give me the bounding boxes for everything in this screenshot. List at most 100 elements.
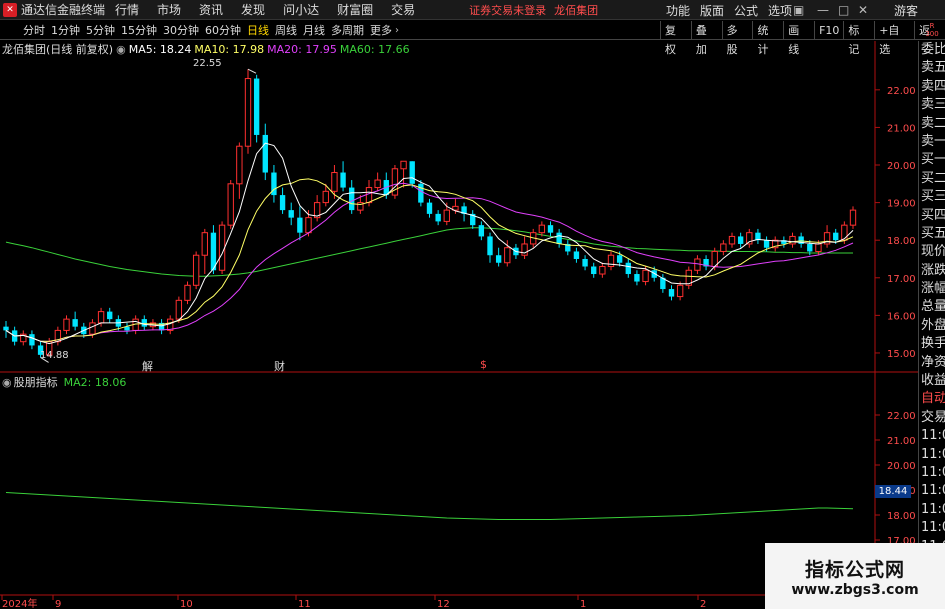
candle-up <box>218 224 226 271</box>
candle-down <box>807 243 813 252</box>
ma5-line <box>5 142 854 345</box>
side-item[interactable]: 卖一 <box>919 133 945 151</box>
candlestick-chart[interactable]: 22.00 21.00 20.00 19.00 18.00 17.00 16.00 15.00… <box>0 0 945 609</box>
candle-down <box>409 161 415 184</box>
main-axis-label: 15.00 <box>887 349 916 360</box>
candle-down <box>141 319 147 327</box>
candle-up <box>849 209 857 226</box>
side-item[interactable]: 现价 <box>919 243 945 261</box>
candle-up <box>400 160 407 170</box>
main-axis-label: 18.00 <box>887 236 916 247</box>
side-item[interactable]: 外盘 <box>919 317 945 335</box>
candle-down <box>297 217 303 233</box>
event-marker-unlock[interactable]: 解 <box>142 358 153 374</box>
x-axis-label: 11 <box>298 599 311 609</box>
candle-up <box>175 299 183 320</box>
candle-up <box>192 254 200 286</box>
candle-down <box>833 232 839 241</box>
indicator-axis-label: 22.00 <box>887 411 916 422</box>
main-axis-label: 17.00 <box>887 274 916 285</box>
candle-up <box>642 269 649 283</box>
side-item[interactable]: 净资 <box>919 354 945 372</box>
candle-down <box>72 319 78 327</box>
candle-down <box>349 187 355 211</box>
side-item[interactable]: 11:00 <box>919 446 945 464</box>
side-item[interactable]: 11:00 <box>919 501 945 519</box>
candle-up <box>244 78 252 147</box>
candle-down <box>418 183 424 203</box>
side-item[interactable]: 卖三 <box>919 96 945 114</box>
side-item[interactable]: 买三 <box>919 188 945 206</box>
x-axis-label: 9 <box>55 599 61 609</box>
candle-down <box>478 225 485 237</box>
candle-down <box>668 289 675 297</box>
high-price-label: 22.55 <box>193 58 222 69</box>
candle-up <box>504 247 511 264</box>
x-axis-label: 2024年 <box>2 597 37 609</box>
indicator-axis-label: 21.00 <box>887 436 916 447</box>
candle-up <box>728 235 736 245</box>
candle-up <box>331 172 338 192</box>
candle-down <box>288 210 294 218</box>
side-item[interactable]: 卖四 <box>919 78 945 96</box>
side-item[interactable]: 收益 <box>919 372 945 390</box>
candle-up <box>89 322 96 335</box>
candle-up <box>322 190 329 204</box>
candle-up <box>694 258 701 271</box>
side-item[interactable]: 买二 <box>919 170 945 188</box>
side-item[interactable]: 涨幅 <box>919 280 945 298</box>
candle-down <box>625 262 631 275</box>
candle-down <box>435 213 441 222</box>
main-axis-label: 21.00 <box>887 123 916 134</box>
x-axis-label: 1 <box>580 599 586 609</box>
side-item[interactable]: 委比 <box>919 41 945 59</box>
watermark-url: www.zbgs3.com <box>791 581 919 598</box>
candle-up <box>365 187 373 204</box>
event-marker-dividend[interactable]: $ <box>480 358 487 371</box>
side-item[interactable]: 自动 <box>919 390 945 408</box>
side-item[interactable]: 11:00 <box>919 464 945 482</box>
side-item[interactable]: 卖五 <box>919 59 945 77</box>
candle-down <box>582 258 588 267</box>
side-item[interactable]: 涨跌 <box>919 262 945 280</box>
candle-up <box>305 217 312 234</box>
side-item[interactable]: 买四 <box>919 207 945 225</box>
side-item[interactable]: 买一 <box>919 151 945 169</box>
candle-up <box>374 179 381 189</box>
side-item[interactable]: 11:00 <box>919 427 945 445</box>
candle-down <box>495 255 502 263</box>
candle-down <box>29 334 35 346</box>
candle-down <box>763 240 770 248</box>
side-item[interactable]: 买五 <box>919 225 945 243</box>
candle-down <box>616 255 623 263</box>
candle-up <box>720 243 727 252</box>
candle-down <box>3 326 9 331</box>
candle-down <box>340 172 346 188</box>
candle-up <box>236 145 243 185</box>
side-item[interactable]: 11:00 <box>919 482 945 500</box>
site-watermark: 指标公式网 www.zbgs3.com <box>765 543 945 609</box>
indicator-axis-label: 18.00 <box>887 511 916 522</box>
side-item[interactable]: 卖二 <box>919 115 945 133</box>
candle-down <box>591 266 597 275</box>
high-pointer <box>247 68 257 74</box>
candle-down <box>556 232 562 244</box>
candle-down <box>634 274 640 282</box>
candle-down <box>573 251 580 259</box>
candle-up <box>599 266 606 275</box>
side-item[interactable]: 换手 <box>919 335 945 353</box>
candle-down <box>426 202 433 214</box>
event-marker-finance[interactable]: 财 <box>274 358 285 374</box>
indicator-current-value: 18.44 <box>875 485 911 498</box>
main-axis-label: 16.00 <box>887 311 916 322</box>
side-item[interactable]: 11:00 <box>919 519 945 537</box>
candle-up <box>97 311 105 324</box>
side-item[interactable]: 总量 <box>919 298 945 316</box>
side-item[interactable]: 交易 <box>919 409 945 427</box>
candle-up <box>443 209 450 222</box>
candle-down <box>107 311 113 320</box>
candle-up <box>841 224 848 241</box>
candle-up <box>184 284 191 301</box>
candle-up <box>676 284 684 298</box>
main-axis-label: 20.00 <box>887 161 916 172</box>
